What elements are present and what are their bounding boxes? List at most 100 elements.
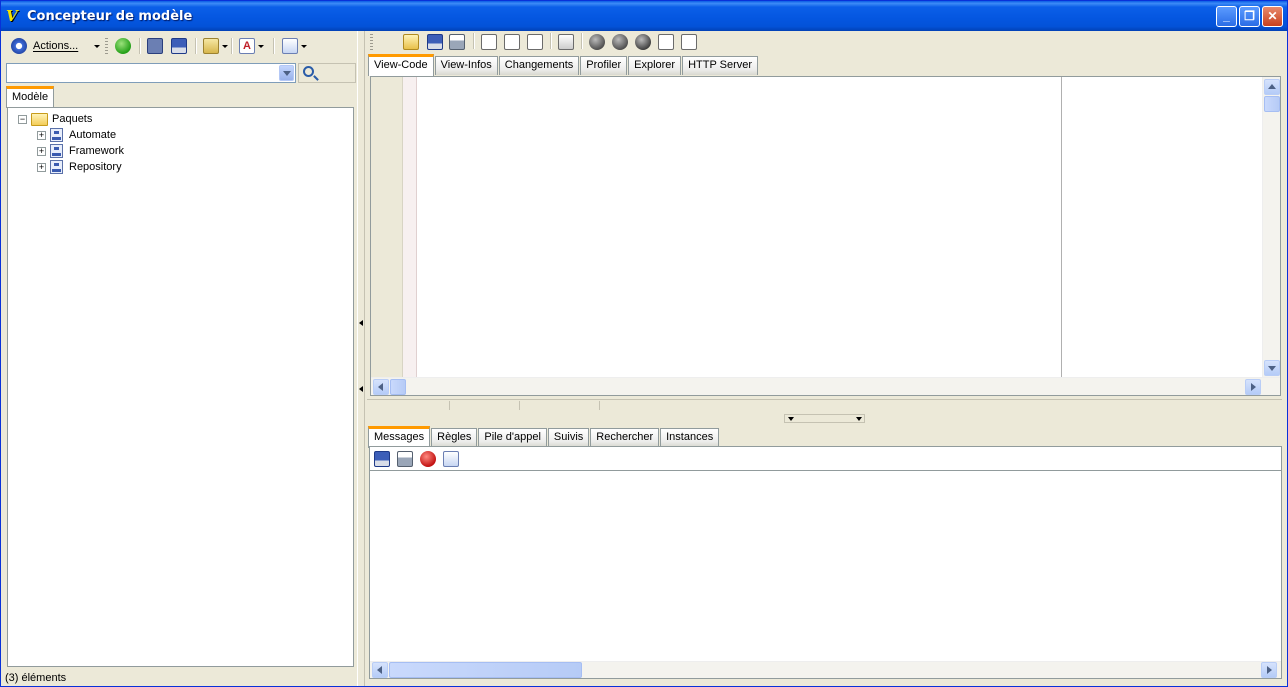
restore-button[interactable]: ❐ [1239,6,1260,27]
tab-pile-appel[interactable]: Pile d'appel [478,428,547,447]
editor-tabs: View-Code View-Infos Changements Profile… [368,53,759,76]
folder-icon [31,112,48,126]
search-combobox[interactable] [6,63,296,83]
step-over-icon[interactable] [681,34,697,50]
pause-icon[interactable] [612,34,628,50]
scroll-left-button[interactable] [373,379,389,395]
code-editor[interactable] [370,76,1281,396]
status-bar: (3) éléments [5,671,355,685]
export-button[interactable] [203,37,228,55]
collapse-left-icon[interactable] [359,386,363,392]
run-icon[interactable] [589,34,605,50]
tab-explorer[interactable]: Explorer [628,56,682,75]
toolbar-grip[interactable] [105,38,108,54]
print-icon[interactable] [449,34,465,50]
model-tabs: Modèle [6,85,55,108]
toolbar-separator [273,38,275,54]
text-format-button[interactable]: A [239,37,264,55]
toolbar-grip[interactable] [370,34,373,50]
tab-suivis[interactable]: Suivis [547,428,590,447]
expand-icon[interactable]: + [37,130,46,140]
save-all-button[interactable] [147,37,163,55]
tree-item-label: Automate [69,129,117,141]
close-button[interactable]: ✕ [1262,6,1283,27]
tab-messages[interactable]: Messages [368,426,431,448]
messages-horizontal-scrollbar[interactable] [370,661,1281,678]
clear-icon[interactable] [443,451,459,467]
collapse-icon[interactable]: − [18,114,27,124]
horizontal-splitter[interactable] [784,414,865,423]
browse-icon[interactable] [481,34,497,50]
messages-output[interactable] [369,470,1282,679]
tab-regles[interactable]: Règles [431,428,478,447]
tree-root[interactable]: − Paquets [18,111,92,127]
record-icon[interactable] [420,451,436,467]
editor-status-bar [367,399,1282,410]
messages-tabs: Messages Règles Pile d'appel Suivis Rech… [368,425,720,448]
expand-icon[interactable]: + [37,162,46,172]
scroll-down-button[interactable] [1264,360,1280,376]
tree-item-automate[interactable]: + Automate [37,127,116,143]
scroll-up-button[interactable] [1264,79,1280,95]
title-bar[interactable]: V Concepteur de modèle _ ❐ ✕ [1,1,1287,31]
tab-profiler[interactable]: Profiler [580,56,628,75]
collapse-left-icon[interactable] [359,320,363,326]
tab-rechercher[interactable]: Rechercher [590,428,660,447]
compile-icon[interactable] [558,34,574,50]
editor-vertical-scrollbar[interactable] [1262,77,1280,377]
toolbar-separator [550,33,552,49]
scrollbar-thumb[interactable] [1264,96,1280,112]
tab-view-code[interactable]: View-Code [368,54,434,76]
refresh-icon[interactable] [504,34,520,50]
chevron-down-icon [94,44,101,48]
scroll-right-button[interactable] [1245,379,1261,395]
minimize-button[interactable]: _ [1216,6,1237,27]
search-dropdown-button[interactable] [279,65,294,81]
actions-menu-button[interactable]: Actions... [11,37,101,55]
save-icon [171,38,187,54]
scroll-left-button[interactable] [372,662,388,678]
stop-icon[interactable] [635,34,651,50]
toolbar-separator [581,33,583,49]
chevron-down-icon [258,44,264,48]
breakpoint-margin[interactable] [403,77,417,377]
delete-icon[interactable] [527,34,543,50]
tree-item-framework[interactable]: + Framework [37,143,124,159]
toolbar-separator [195,38,197,54]
find-button[interactable] [282,37,307,55]
text-format-icon: A [239,38,255,54]
model-toolbar: Actions... A [5,34,357,58]
tab-instances[interactable]: Instances [660,428,720,447]
expand-icon[interactable]: + [37,146,46,156]
tab-http-server[interactable]: HTTP Server [682,56,759,75]
tree-item-label: Repository [69,161,122,173]
print-icon[interactable] [397,451,413,467]
save-button[interactable] [171,37,187,55]
collapse-up-icon[interactable] [788,417,794,421]
tab-changements[interactable]: Changements [498,56,580,75]
tab-modele[interactable]: Modèle [6,86,55,108]
scrollbar-thumb[interactable] [390,379,406,395]
tab-view-infos[interactable]: View-Infos [434,56,498,75]
package-icon [50,128,63,142]
back-button[interactable] [115,37,131,55]
search-icon [303,66,314,77]
search-button[interactable] [298,63,356,83]
step-into-icon[interactable] [658,34,674,50]
collapse-down-icon[interactable] [856,417,862,421]
toolbar-separator [473,33,475,49]
back-icon [115,38,131,54]
editor-horizontal-scrollbar[interactable] [371,377,1280,395]
scrollbar-thumb[interactable] [389,662,582,678]
tree-item-repository[interactable]: + Repository [37,159,122,175]
app-icon: V [6,7,18,25]
open-icon[interactable] [403,34,419,50]
scroll-right-button[interactable] [1261,662,1277,678]
package-icon [50,160,63,174]
save-icon[interactable] [427,34,443,50]
vertical-splitter[interactable] [357,31,365,686]
search-input[interactable] [9,65,277,81]
save-icon[interactable] [374,451,390,467]
package-icon [50,144,63,158]
edge-guide-line [1061,77,1062,377]
